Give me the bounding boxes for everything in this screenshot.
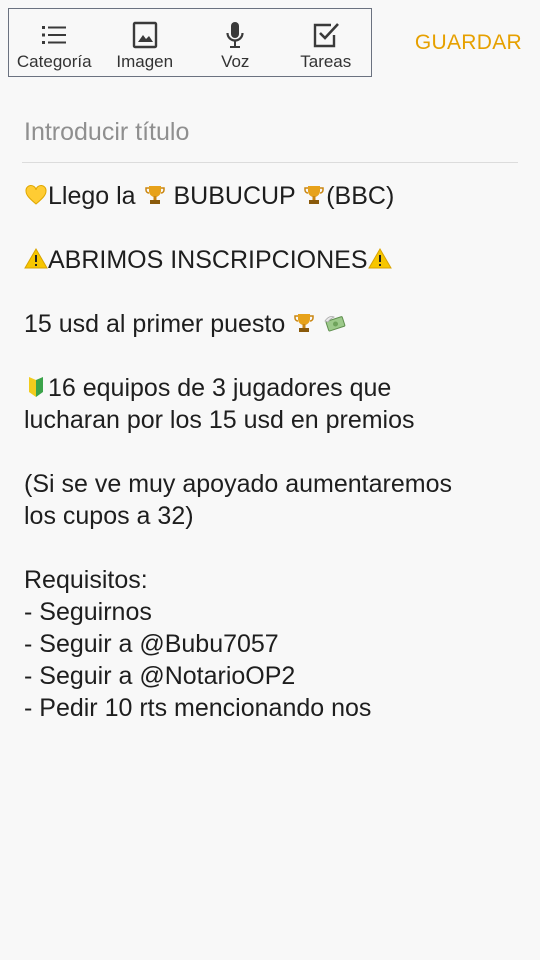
note-body[interactable]: Llego la BUBUCUP (BBC) ABRIMOS INSCRIPCI… bbox=[24, 180, 524, 724]
note-text: - Seguir a @NotarioOP2 bbox=[24, 662, 296, 690]
note-text: BUBUCUP bbox=[173, 182, 296, 210]
voice-button[interactable]: Voz bbox=[190, 9, 281, 76]
note-text: los cupos a 32) bbox=[24, 502, 194, 530]
microphone-icon bbox=[226, 22, 244, 48]
image-label: Imagen bbox=[116, 52, 174, 71]
note-text: - Seguirnos bbox=[24, 598, 152, 626]
checkbox-icon bbox=[313, 23, 339, 48]
note-text: Requisitos: bbox=[24, 566, 148, 594]
note-text: (Si se ve muy apoyado aumentaremos bbox=[24, 470, 452, 498]
note-line: - Seguirnos bbox=[24, 596, 524, 628]
note-line: los cupos a 32) bbox=[24, 500, 524, 532]
list-icon bbox=[42, 26, 67, 44]
note-text: lucharan por los 15 usd en premios bbox=[24, 406, 415, 434]
note-line: - Seguir a @NotarioOP2 bbox=[24, 660, 524, 692]
note-line: Llego la BUBUCUP (BBC) bbox=[24, 180, 524, 212]
warning-icon bbox=[367, 248, 392, 269]
note-line: - Pedir 10 rts mencionando nos bbox=[24, 692, 524, 724]
note-line: 16 equipos de 3 jugadores que bbox=[24, 372, 524, 404]
category-label: Categoría bbox=[16, 52, 92, 71]
trophy-icon bbox=[304, 186, 324, 204]
note-text: (BBC) bbox=[326, 182, 395, 210]
beginner-icon bbox=[29, 377, 43, 397]
image-button[interactable]: Imagen bbox=[100, 9, 191, 76]
save-button[interactable]: GUARDAR bbox=[415, 31, 522, 55]
note-line: 15 usd al primer puesto bbox=[24, 308, 524, 340]
note-text: Llego la bbox=[48, 182, 136, 210]
tasks-label: Tareas bbox=[300, 52, 352, 71]
note-text: - Pedir 10 rts mencionando nos bbox=[24, 694, 372, 722]
note-line: lucharan por los 15 usd en premios bbox=[24, 404, 524, 436]
note-text: ABRIMOS INSCRIPCIONES bbox=[48, 246, 368, 274]
note-text: 15 usd al primer puesto bbox=[24, 310, 286, 338]
yellow-heart-icon bbox=[25, 184, 47, 205]
note-toolbar: Categoría Imagen Voz Tareas bbox=[8, 8, 372, 77]
money-with-wings-icon bbox=[324, 316, 346, 332]
note-line: Requisitos: bbox=[24, 564, 524, 596]
tasks-button[interactable]: Tareas bbox=[281, 9, 372, 76]
divider bbox=[22, 162, 518, 163]
note-line: - Seguir a @Bubu7057 bbox=[24, 628, 524, 660]
note-line: ABRIMOS INSCRIPCIONES bbox=[24, 244, 524, 276]
note-line: (Si se ve muy apoyado aumentaremos bbox=[24, 468, 524, 500]
title-input[interactable] bbox=[24, 112, 504, 152]
trophy-icon bbox=[294, 314, 314, 332]
image-icon bbox=[132, 21, 157, 49]
voice-label: Voz bbox=[221, 52, 250, 71]
note-text: - Seguir a @Bubu7057 bbox=[24, 630, 279, 658]
note-text: 16 equipos de 3 jugadores que bbox=[48, 374, 392, 402]
warning-icon bbox=[24, 248, 48, 269]
trophy-icon bbox=[144, 186, 165, 204]
category-button[interactable]: Categoría bbox=[9, 9, 100, 76]
